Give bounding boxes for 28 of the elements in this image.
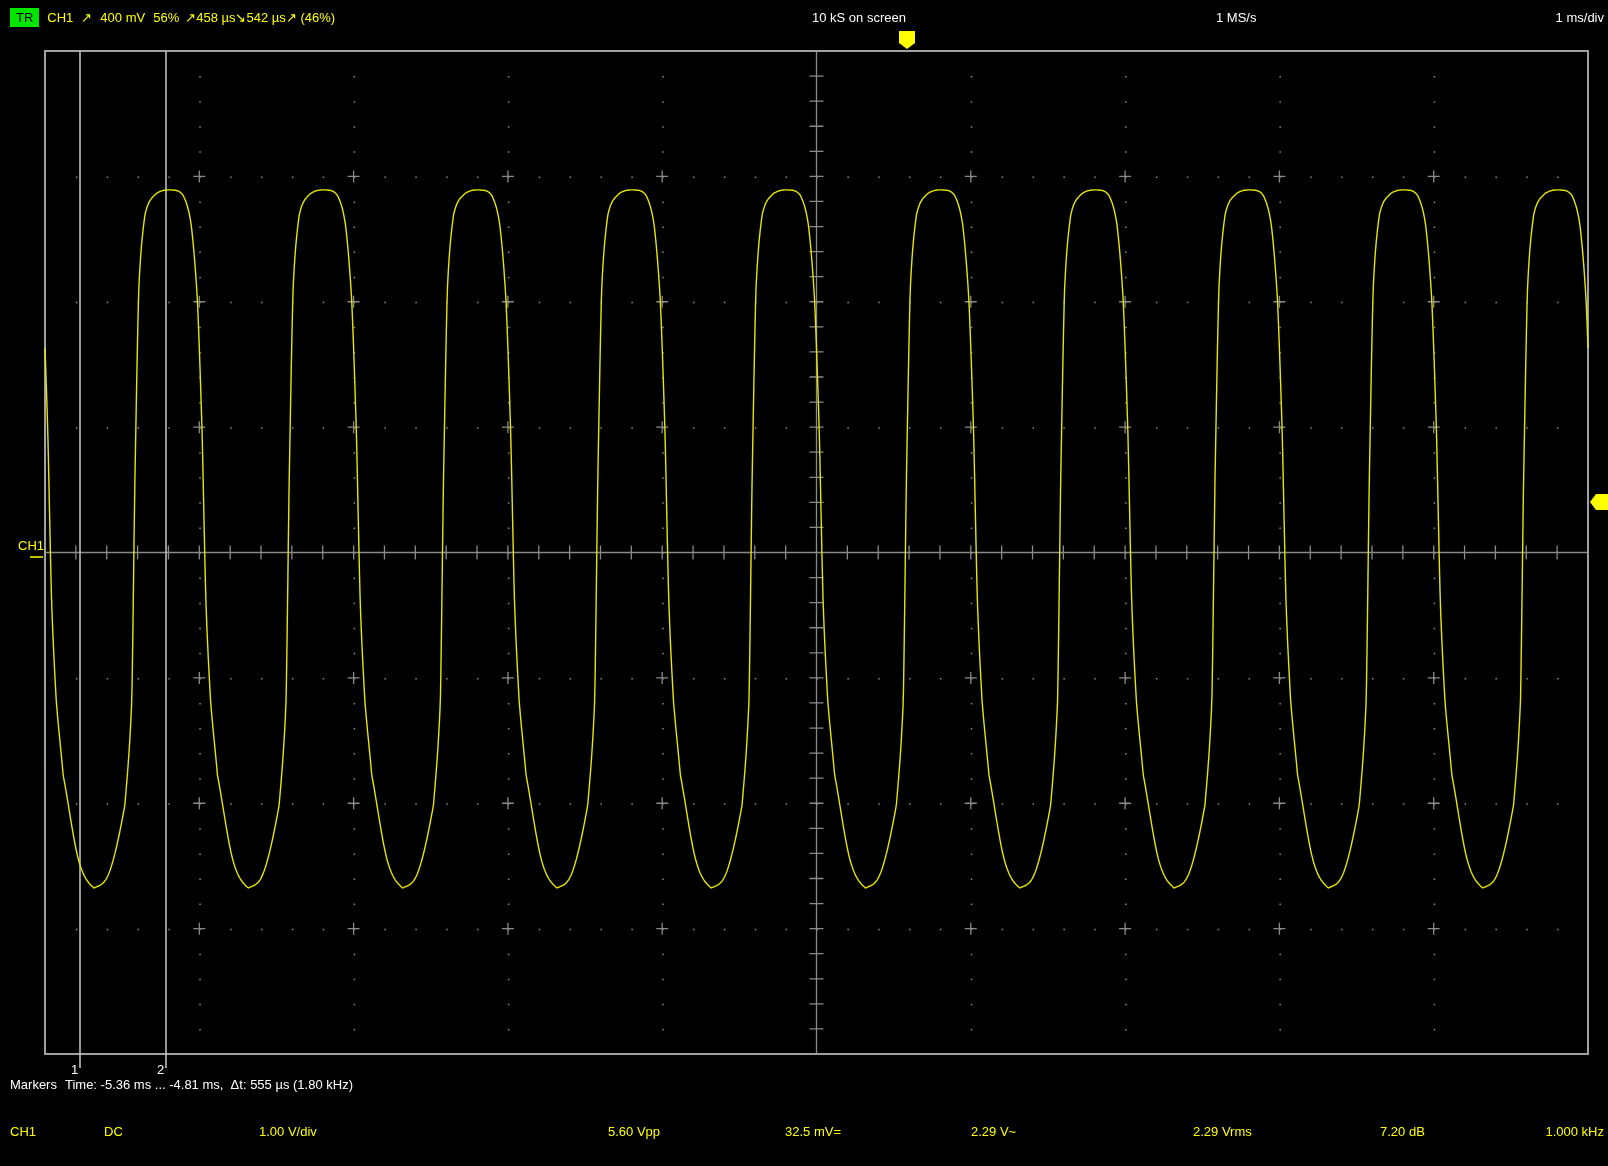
time-marker[interactable]: [165, 50, 167, 1069]
channel-readout: 5.60 Vpp: [608, 1123, 662, 1141]
channel-label: CH1: [18, 538, 44, 553]
marker-label: 1: [71, 1062, 79, 1075]
pulse-timing: ↗458 µs↘542 µs↗ (46%): [185, 9, 336, 25]
channel-readout: 1.00 V/div: [259, 1123, 318, 1141]
channel-readout: 32.5 mV=: [785, 1123, 842, 1141]
trigger-level: 400 mV: [100, 9, 146, 25]
trigger-level-icon[interactable]: [1590, 494, 1608, 510]
timebase: 1 ms/div: [1555, 9, 1605, 25]
channel-readout: 2.29 V~: [971, 1123, 1018, 1141]
channel-readout: 2.29 Vrms: [1193, 1123, 1253, 1141]
trigger-position-icon[interactable]: [899, 31, 915, 49]
time-marker[interactable]: [79, 50, 81, 1069]
trigger-slope: ↗: [81, 9, 93, 25]
channel-offset-marker: [29, 556, 44, 558]
channel-readout: 7.20 dB: [1380, 1123, 1426, 1141]
channel-readout: DC: [104, 1123, 124, 1141]
markers-label: Markers: [10, 1076, 57, 1094]
trigger-badge: TR: [10, 7, 40, 27]
marker-label: 2: [157, 1062, 165, 1075]
sample-rate: 1 MS/s: [1216, 9, 1258, 25]
markers-readout: Time: -5.36 ms ... -4.81 ms, Δt: 555 µs (1.80 kHz): [64, 1076, 353, 1094]
channel-readout: CH1: [10, 1123, 37, 1141]
trigger-percent: 56%: [153, 9, 180, 25]
samples-on-screen: 10 kS on screen: [812, 9, 907, 25]
channel-readout: 1.000 kHz: [1545, 1123, 1605, 1141]
trigger-channel: CH1: [47, 9, 74, 25]
